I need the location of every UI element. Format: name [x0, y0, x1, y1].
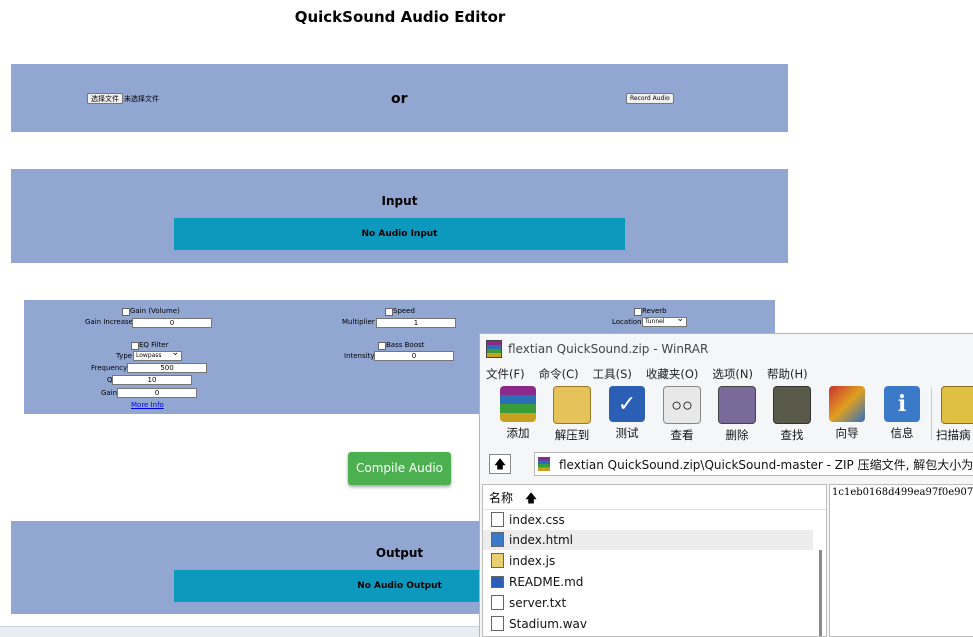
up-folder-button[interactable]: 🡅 [489, 454, 511, 474]
bass-boost-checkbox[interactable] [378, 342, 386, 350]
archive-path: flextian QuickSound.zip\QuickSound-maste… [559, 458, 973, 472]
file-list-scrollbar[interactable] [819, 550, 822, 636]
location-label: Location [612, 318, 642, 326]
txt-file-icon [491, 595, 504, 610]
preview-text: 1c1eb0168d499ea97f0e9072 [832, 487, 973, 498]
path-bar[interactable]: flextian QuickSound.zip\QuickSound-maste… [534, 452, 973, 476]
column-header-name[interactable]: 名称 🡅 [489, 489, 537, 510]
file-list-pane[interactable]: 名称 🡅 index.css index.html index.js READM… [482, 484, 827, 637]
reverb-label: Reverb [642, 307, 667, 315]
eq-gain-label: Gain [101, 389, 118, 397]
eq-filter-checkbox[interactable] [131, 342, 139, 350]
compile-audio-button[interactable]: Compile Audio [348, 452, 451, 485]
file-row-server-txt[interactable]: server.txt [491, 593, 566, 613]
scan-virus-icon [941, 386, 973, 424]
more-info-link[interactable]: More Info [131, 401, 164, 409]
menu-options[interactable]: 选项(N) [712, 367, 753, 381]
css-file-icon [491, 512, 504, 527]
extract-folder-icon [553, 386, 591, 424]
toolbar-add-button[interactable]: 添加 [494, 386, 542, 441]
menu-command[interactable]: 命令(C) [539, 367, 579, 381]
test-check-icon: ✓ [609, 386, 645, 422]
gain-volume-label: Gain (Volume) [130, 307, 180, 315]
toolbar-separator [931, 388, 932, 440]
menu-favorites[interactable]: 收藏夹(O) [646, 367, 699, 381]
toolbar-find-button[interactable]: 查找 [768, 386, 816, 443]
eq-gain-input[interactable]: 0 [117, 388, 197, 398]
add-archive-icon [500, 386, 536, 422]
menu-file[interactable]: 文件(F) [486, 367, 525, 381]
multiplier-input[interactable]: 1 [376, 318, 456, 328]
toolbar-delete-button[interactable]: 删除 [713, 386, 761, 443]
file-row-stadium-wav[interactable]: Stadium.wav [491, 614, 587, 634]
preview-pane: 1c1eb0168d499ea97f0e9072 [829, 484, 973, 637]
file-row-index-js[interactable]: index.js [491, 551, 555, 571]
md-file-icon [491, 575, 504, 588]
menu-tools[interactable]: 工具(S) [593, 367, 632, 381]
multiplier-label: Multiplier [342, 318, 375, 326]
js-file-icon [491, 553, 504, 568]
wizard-icon [829, 386, 865, 422]
page-title: QuickSound Audio Editor [294, 8, 506, 26]
eq-filter-label: EQ Filter [139, 341, 169, 349]
toolbar-extract-button[interactable]: 解压到 [548, 386, 596, 443]
gain-increase-label: Gain Increase [85, 318, 133, 326]
speed-label: Speed [393, 307, 415, 315]
location-select[interactable]: Tunnel [642, 315, 687, 327]
winrar-title: flextian QuickSound.zip - WinRAR [508, 342, 709, 356]
gain-increase-input[interactable]: 0 [132, 318, 212, 328]
choose-file-button[interactable]: 选择文件 [87, 93, 123, 104]
toolbar-wizard-button[interactable]: 向导 [823, 386, 871, 441]
wav-file-icon [491, 616, 504, 631]
find-binoculars-icon [773, 386, 811, 424]
toolbar-test-button[interactable]: ✓ 测试 [603, 386, 651, 441]
frequency-input[interactable]: 500 [127, 363, 207, 373]
eq-type-select[interactable]: Lowpass [133, 349, 182, 361]
input-status-bar: No Audio Input [174, 218, 625, 250]
info-icon: i [884, 386, 920, 422]
gain-volume-checkbox[interactable] [122, 308, 130, 316]
intensity-label: Intensity [344, 352, 375, 360]
input-heading: Input [381, 194, 418, 208]
toolbar-scan-button[interactable]: 扫描病 [936, 386, 973, 443]
reverb-checkbox[interactable] [634, 308, 642, 316]
eq-type-label: Type [116, 352, 133, 360]
file-status-text: 未选择文件 [124, 95, 159, 103]
bass-boost-label: Bass Boost [386, 341, 425, 349]
winrar-app-icon [486, 340, 502, 358]
menu-help[interactable]: 帮助(H) [767, 367, 808, 381]
file-row-readme[interactable]: README.md [491, 572, 583, 592]
file-row-index-html[interactable]: index.html [491, 530, 573, 550]
record-audio-button[interactable]: Record Audio [626, 93, 674, 104]
winrar-menu-bar: 文件(F) 命令(C) 工具(S) 收藏夹(O) 选项(N) 帮助(H) [486, 365, 822, 383]
winrar-window[interactable]: flextian QuickSound.zip - WinRAR 文件(F) 命令… [479, 333, 973, 637]
view-glasses-icon: ○○ [663, 386, 701, 424]
or-label: or [391, 91, 408, 107]
intensity-input[interactable]: 0 [374, 351, 454, 361]
toolbar-info-button[interactable]: i 信息 [878, 386, 926, 441]
q-input[interactable]: 10 [112, 375, 192, 385]
toolbar-view-button[interactable]: ○○ 查看 [658, 386, 706, 443]
delete-bin-icon [718, 386, 756, 424]
archive-icon [538, 457, 550, 471]
html-file-icon [491, 532, 504, 547]
speed-checkbox[interactable] [385, 308, 393, 316]
sort-arrow-icon: 🡅 [524, 491, 538, 505]
frequency-label: Frequency [91, 364, 128, 372]
file-row-index-css[interactable]: index.css [491, 510, 565, 530]
